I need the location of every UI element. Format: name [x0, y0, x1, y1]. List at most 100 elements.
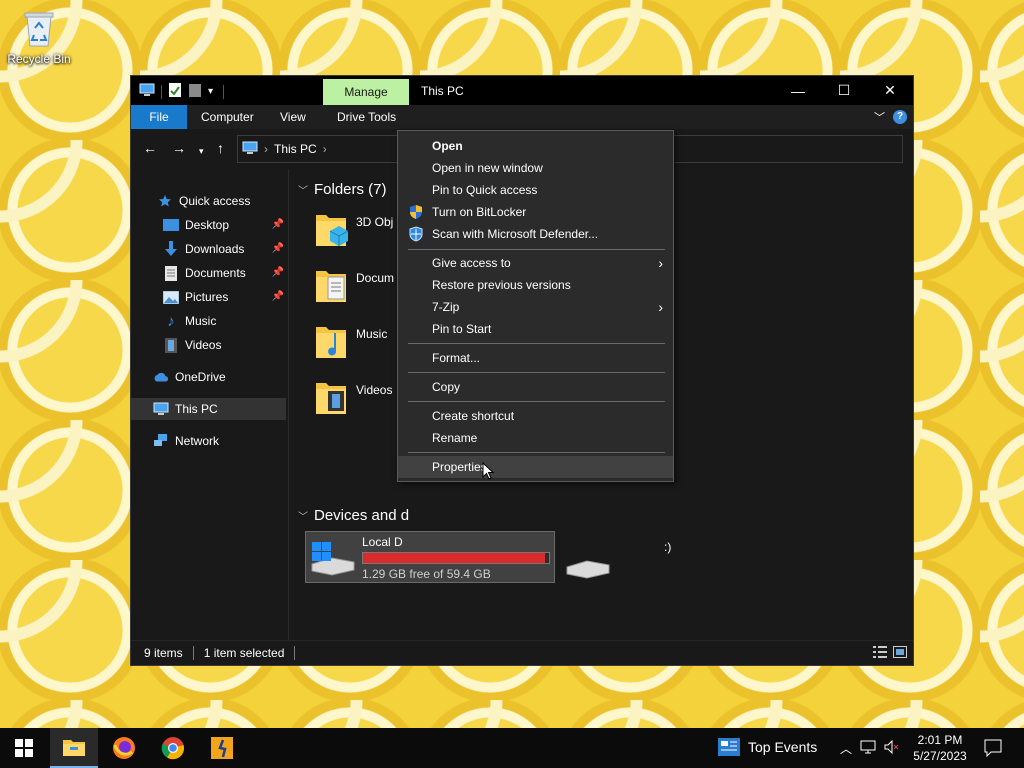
download-arrow-icon	[163, 241, 179, 257]
music-note-icon: ♪	[167, 312, 175, 330]
up-arrow-icon[interactable]: ↑	[217, 141, 224, 155]
tree-label: Pictures	[185, 290, 229, 304]
news-widget[interactable]: Top Events	[718, 738, 817, 756]
ribbon-tabs: File Computer View Drive Tools ﹀ ?	[131, 105, 913, 129]
properties-qat-icon[interactable]	[168, 82, 182, 101]
computer-icon	[153, 401, 169, 417]
devices-group-header[interactable]: ﹀ Devices and d	[298, 507, 409, 524]
window-controls: — ☐ ✕	[775, 76, 913, 105]
tree-network[interactable]: Network	[131, 430, 286, 452]
forward-arrow-icon[interactable]: →	[172, 141, 186, 155]
pin-icon[interactable]: 📌	[272, 267, 284, 278]
taskbar-app[interactable]	[198, 728, 246, 768]
menu-item-open[interactable]: Open	[398, 135, 673, 157]
taskbar-file-explorer[interactable]	[50, 728, 98, 768]
menu-item-7zip[interactable]: 7-Zip ›	[398, 296, 673, 318]
volume-muted-icon[interactable]	[884, 739, 900, 757]
qat-dropdown-icon[interactable]: ▾	[208, 86, 213, 97]
menu-item-open-new-window[interactable]: Open in new window	[398, 157, 673, 179]
tab-computer[interactable]: Computer	[191, 105, 264, 129]
desktop-folder-icon	[163, 217, 179, 233]
quick-access-toolbar: ▾	[139, 82, 225, 101]
title-bar[interactable]: ▾ Manage This PC — ☐ ✕	[131, 76, 913, 105]
help-icon[interactable]: ?	[893, 110, 907, 124]
minimize-button[interactable]: —	[775, 76, 821, 105]
submenu-arrow-icon: ›	[658, 255, 663, 271]
documents-folder-icon	[314, 265, 348, 305]
breadcrumb-chevron-icon[interactable]: ›	[323, 142, 327, 156]
back-arrow-icon[interactable]: ←	[143, 141, 157, 155]
folder-name: Docum	[356, 271, 395, 285]
local-disk-item[interactable]: Local D 1.29 GB free of 59.4 GB	[305, 531, 555, 583]
taskbar-firefox[interactable]	[100, 728, 148, 768]
tree-documents[interactable]: Documents 📌	[131, 262, 286, 284]
pin-icon[interactable]: 📌	[272, 243, 284, 254]
tree-onedrive[interactable]: OneDrive	[131, 366, 286, 388]
dvd-drive-icon[interactable]	[565, 555, 611, 584]
film-icon	[163, 337, 179, 353]
file-explorer-icon	[63, 740, 85, 756]
tree-videos[interactable]: Videos	[131, 334, 286, 356]
menu-item-rename[interactable]: Rename	[398, 427, 673, 449]
music-folder-icon	[314, 321, 348, 361]
manage-contextual-tab[interactable]: Manage	[323, 79, 409, 105]
details-view-icon[interactable]	[873, 646, 887, 661]
menu-label: Scan with Microsoft Defender...	[432, 227, 599, 241]
breadcrumb-this-pc[interactable]: This PC	[274, 142, 317, 156]
large-icons-view-icon[interactable]	[893, 646, 907, 661]
recent-locations-chevron-icon[interactable]: ▾	[199, 144, 204, 158]
tree-pictures[interactable]: Pictures 📌	[131, 286, 286, 308]
menu-item-defender-scan[interactable]: Scan with Microsoft Defender...	[398, 223, 673, 245]
menu-item-pin-start[interactable]: Pin to Start	[398, 318, 673, 340]
recycle-bin-shortcut[interactable]: Recycle Bin	[6, 8, 72, 66]
pin-icon[interactable]: 📌	[272, 219, 284, 230]
tree-music[interactable]: ♪ Music	[131, 310, 286, 332]
pin-icon[interactable]: 📌	[272, 291, 284, 302]
drive-usage-bar	[362, 552, 550, 564]
menu-item-create-shortcut[interactable]: Create shortcut	[398, 405, 673, 427]
taskbar-chrome[interactable]	[149, 728, 197, 768]
menu-label: 7-Zip	[432, 300, 460, 314]
cloud-icon	[153, 369, 169, 385]
tree-desktop[interactable]: Desktop 📌	[131, 214, 286, 236]
network-tray-icon[interactable]	[860, 740, 876, 757]
tray-overflow-chevron-icon[interactable]: ︿	[840, 740, 852, 757]
chevron-down-icon: ﹀	[298, 186, 308, 197]
tree-label: Desktop	[185, 218, 230, 232]
folder-name: 3D Obj	[356, 215, 394, 229]
close-button[interactable]: ✕	[867, 76, 913, 105]
new-folder-qat-icon[interactable]	[188, 82, 202, 101]
tree-quick-access[interactable]: Quick access	[131, 190, 286, 212]
system-clock[interactable]: 2:01 PM 5/27/2023	[904, 732, 976, 764]
menu-item-restore-versions[interactable]: Restore previous versions	[398, 274, 673, 296]
ribbon-right-controls: ﹀ ?	[874, 109, 907, 125]
news-label: Top Events	[748, 739, 818, 755]
network-icon	[153, 433, 169, 449]
folders-group-header[interactable]: ﹀ Folders (7)	[298, 181, 387, 198]
drive-name: Local D	[362, 535, 403, 549]
context-menu: Open Open in new window Pin to Quick acc…	[397, 130, 674, 482]
maximize-button[interactable]: ☐	[821, 76, 867, 105]
tree-this-pc[interactable]: This PC	[131, 398, 286, 420]
notification-center-icon[interactable]	[984, 739, 1002, 760]
menu-item-properties[interactable]: Properties	[398, 456, 673, 478]
tab-drive-tools[interactable]: Drive Tools	[327, 105, 406, 129]
expand-ribbon-icon[interactable]: ﹀	[874, 109, 885, 125]
tab-file[interactable]: File	[131, 105, 187, 129]
taskbar: Top Events ︿ 2:01 PM 5/27/2023	[0, 728, 1024, 768]
breadcrumb-separator-icon[interactable]: ›	[264, 142, 268, 156]
menu-item-format[interactable]: Format...	[398, 347, 673, 369]
defender-shield-icon	[408, 226, 424, 242]
start-button[interactable]	[0, 728, 48, 768]
tree-downloads[interactable]: Downloads 📌	[131, 238, 286, 260]
menu-item-copy[interactable]: Copy	[398, 376, 673, 398]
recycle-bin-icon	[22, 8, 56, 48]
runner-app-icon	[211, 737, 233, 759]
submenu-arrow-icon: ›	[658, 299, 663, 315]
tree-label: This PC	[175, 402, 218, 416]
menu-item-pin-quick-access[interactable]: Pin to Quick access	[398, 179, 673, 201]
tab-view[interactable]: View	[270, 105, 316, 129]
menu-item-give-access[interactable]: Give access to ›	[398, 252, 673, 274]
menu-item-bitlocker[interactable]: Turn on BitLocker	[398, 201, 673, 223]
recycle-bin-label: Recycle Bin	[7, 52, 71, 66]
